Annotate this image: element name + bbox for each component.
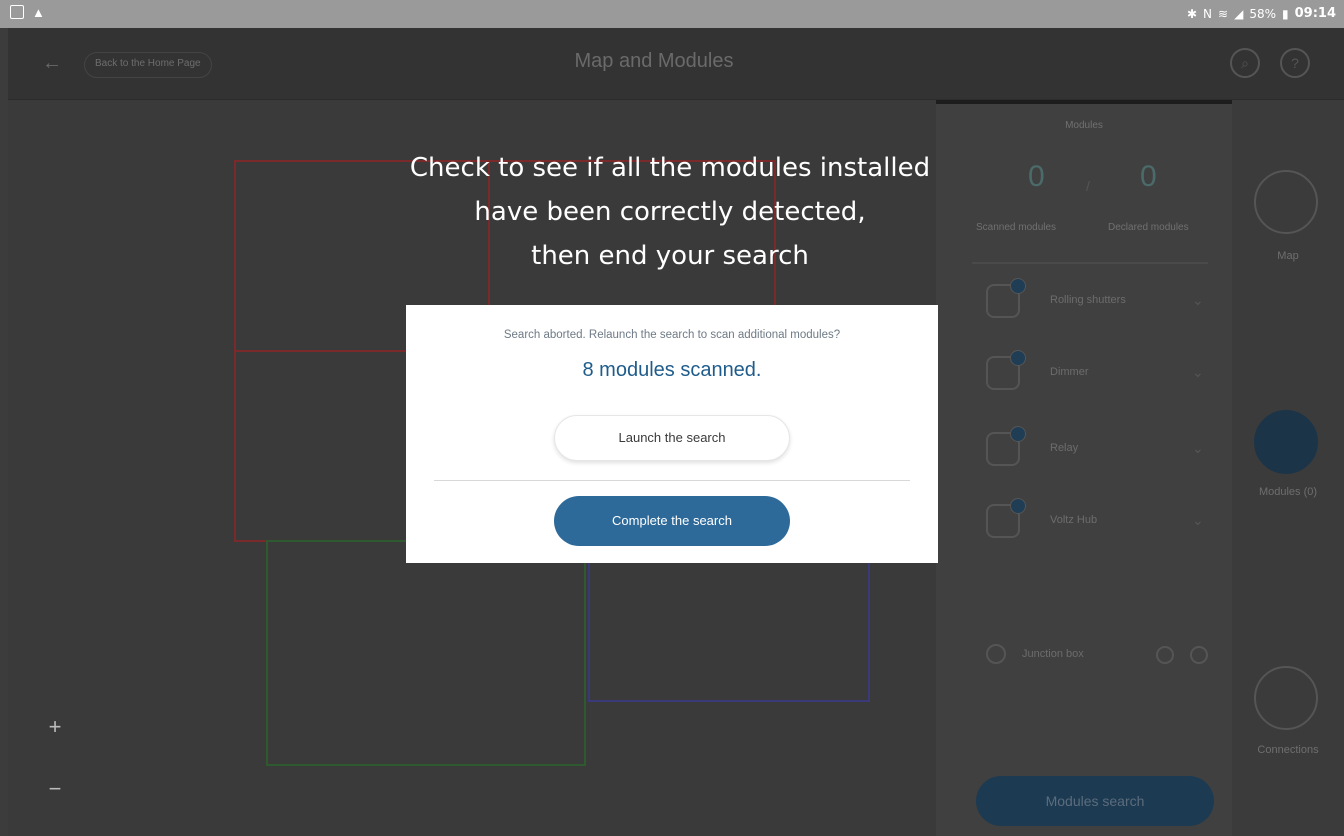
search-icon[interactable]: ⌕ (1230, 48, 1260, 78)
search-dialog: Search aborted. Relaunch the search to s… (406, 305, 938, 563)
status-bar: ▲ ✱ N ≋ ◢ 58% ▮ 09:14 (0, 0, 1344, 28)
chevron-down-icon[interactable]: ⌄ (1192, 364, 1204, 381)
zoom-out-button[interactable]: − (40, 774, 70, 804)
junction-box-label: Junction box (1022, 648, 1084, 660)
instruction-overlay: Check to see if all the modules installe… (300, 146, 1040, 278)
battery-level: 58% (1249, 6, 1276, 21)
clock: 09:14 (1294, 6, 1336, 21)
badge-icon (1010, 278, 1026, 294)
instruction-line: then end your search (531, 241, 809, 271)
signal-icon: ◢ (1234, 6, 1244, 21)
nav-connections[interactable]: Connections (1232, 666, 1344, 766)
panel-title: Modules (1065, 120, 1103, 131)
locate-icon[interactable] (1190, 646, 1208, 664)
room-outline[interactable] (588, 540, 870, 702)
bluetooth-icon: ✱ (1186, 6, 1198, 21)
modules-scanned-count: 8 modules scanned. (582, 359, 762, 381)
badge-icon (1010, 350, 1026, 366)
dialog-message: Search aborted. Relaunch the search to s… (503, 329, 841, 341)
dialog-divider (434, 480, 910, 481)
map-icon (1254, 170, 1318, 234)
count-separator: / (1086, 178, 1090, 194)
module-type-label: Rolling shutters (1050, 294, 1126, 306)
module-type-hub[interactable]: Voltz Hub ⌄ (980, 498, 1220, 548)
nfc-icon: N (1203, 6, 1213, 21)
image-icon (10, 5, 24, 19)
zoom-in-button[interactable]: + (40, 712, 70, 742)
chevron-down-icon[interactable]: ⌄ (1192, 292, 1204, 309)
module-type-relay[interactable]: Relay ⌄ (980, 426, 1220, 476)
junction-box-row[interactable]: Junction box (984, 640, 1224, 670)
wifi-icon: ≋ (1218, 6, 1229, 21)
instruction-line: Check to see if all the modules installe… (409, 153, 931, 183)
radio-button[interactable] (986, 644, 1006, 664)
chevron-down-icon[interactable]: ⌄ (1192, 512, 1204, 529)
battery-icon: ▮ (1282, 6, 1289, 21)
help-icon[interactable]: ? (1280, 48, 1310, 78)
app-header: ← Back to the Home Page Map and Modules … (8, 28, 1344, 100)
nav-map-label: Map (1277, 250, 1299, 262)
launch-search-button[interactable]: Launch the search (554, 415, 790, 461)
warning-icon: ▲ (32, 5, 45, 20)
modules-icon (1254, 410, 1318, 474)
instruction-line: have been correctly detected, (474, 197, 866, 227)
module-type-rolling-shutters[interactable]: Rolling shutters ⌄ (980, 278, 1220, 328)
module-type-label: Voltz Hub (1050, 514, 1098, 526)
complete-search-button[interactable]: Complete the search (554, 496, 790, 546)
modules-search-button[interactable]: Modules search (976, 776, 1214, 826)
room-outline[interactable] (266, 540, 586, 766)
declared-label: Declared modules (1108, 222, 1189, 233)
module-type-dimmer[interactable]: Dimmer ⌄ (980, 350, 1220, 400)
speaker-icon[interactable] (1156, 646, 1174, 664)
tab-indicator (936, 100, 1232, 104)
nav-modules-label: Modules (0) (1258, 486, 1318, 498)
nav-map[interactable]: Map (1232, 170, 1344, 270)
right-nav: Map Modules (0) Connections (1232, 100, 1344, 836)
page-title: Map and Modules (574, 50, 734, 72)
nav-connections-label: Connections (1257, 744, 1319, 756)
module-type-label: Dimmer (1050, 366, 1089, 378)
badge-icon (1010, 426, 1026, 442)
declared-count: 0 (1140, 160, 1157, 193)
badge-icon (1010, 498, 1026, 514)
nav-modules[interactable]: Modules (0) (1232, 410, 1344, 520)
module-type-label: Relay (1050, 442, 1079, 454)
chevron-down-icon[interactable]: ⌄ (1192, 440, 1204, 457)
connections-icon (1254, 666, 1318, 730)
